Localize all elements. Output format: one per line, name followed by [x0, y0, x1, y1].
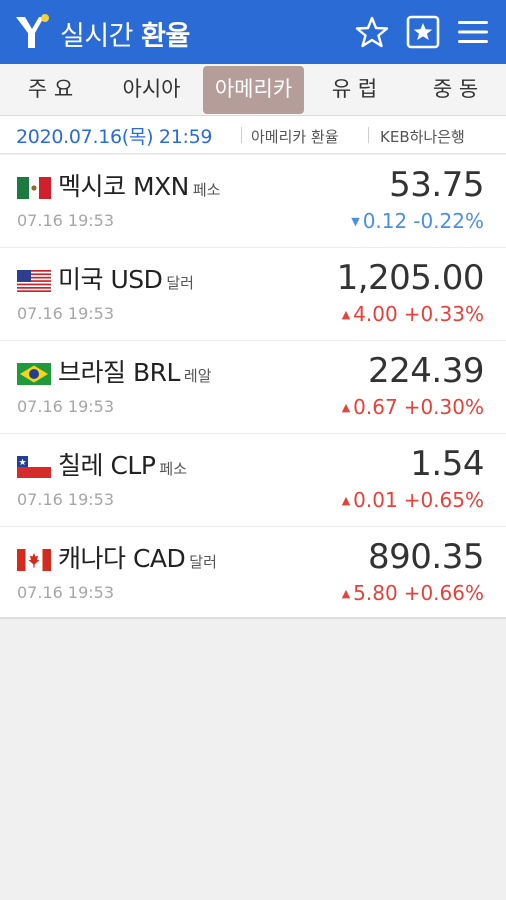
up-arrow-icon: ▲	[341, 401, 351, 414]
up-arrow-icon: ▲	[341, 308, 351, 321]
currency-price: 1,205.00	[336, 258, 485, 298]
currency-list: 멕시코 MXN 페소 07.16 19:53 53.75 ▼ 0.12 -0.22% …	[0, 155, 506, 620]
bank-label: KEB하나은행	[380, 128, 465, 146]
app-title-bold: 환율	[141, 21, 190, 52]
down-arrow-icon: ▼	[351, 215, 360, 228]
hamburger-menu-icon[interactable]	[455, 14, 491, 50]
currency-change: ▲ 4.00 +0.33%	[341, 302, 484, 326]
tab-asia[interactable]: 아시아	[101, 64, 202, 116]
update-datetime: 2020.07.16(목) 21:59	[16, 126, 213, 148]
currency-price: 1.54	[410, 444, 484, 484]
star-icon[interactable]	[354, 14, 390, 50]
currency-change: ▼ 0.12 -0.22%	[351, 209, 484, 233]
currency-time: 07.16 19:53	[17, 490, 114, 509]
currency-price: 53.75	[389, 165, 484, 205]
currency-name: 캐나다 CAD 달러	[58, 544, 217, 573]
currency-row-cad[interactable]: 캐나다 CAD 달러 07.16 19:53 890.35 ▲ 5.80 +0.66%	[0, 527, 506, 620]
canada-flag-icon	[17, 549, 51, 571]
currency-time: 07.16 19:53	[17, 397, 114, 416]
currency-change: ▲ 5.80 +0.66%	[341, 581, 484, 605]
region-tabs: 주 요 아시아 아메리카 유 럽 중 동	[0, 64, 506, 116]
currency-name: 멕시코 MXN 페소	[58, 172, 221, 201]
tab-europe[interactable]: 유 럽	[304, 64, 405, 116]
currency-name: 브라질 BRL 레알	[58, 358, 212, 387]
info-bar: 2020.07.16(목) 21:59 아메리카 환율 KEB하나은행	[0, 116, 506, 154]
brazil-flag-icon	[17, 363, 51, 385]
currency-row-clp[interactable]: 칠레 CLP 페소 07.16 19:53 1.54 ▲ 0.01 +0.65%	[0, 434, 506, 527]
app-logo-icon	[16, 14, 49, 48]
app-title-light: 실시간	[60, 21, 134, 52]
divider	[368, 127, 369, 143]
currency-change: ▲ 0.67 +0.30%	[341, 395, 484, 419]
usa-flag-icon	[17, 270, 51, 292]
currency-price: 890.35	[368, 537, 484, 577]
currency-name: 칠레 CLP 페소	[58, 451, 188, 480]
currency-row-usd[interactable]: 미국 USD 달러 07.16 19:53 1,205.00 ▲ 4.00 +0.33…	[0, 248, 506, 341]
top-app-bar: 실시간 환율	[0, 0, 506, 64]
up-arrow-icon: ▲	[341, 494, 351, 507]
currency-time: 07.16 19:53	[17, 211, 114, 230]
tab-america[interactable]: 아메리카	[203, 66, 304, 114]
favorites-list-icon[interactable]	[405, 14, 441, 50]
currency-price: 224.39	[368, 351, 484, 391]
currency-change: ▲ 0.01 +0.65%	[341, 488, 484, 512]
currency-name: 미국 USD 달러	[58, 265, 194, 294]
chile-flag-icon	[17, 456, 51, 478]
tab-major[interactable]: 주 요	[0, 64, 101, 116]
currency-time: 07.16 19:53	[17, 583, 114, 602]
tab-middle-east[interactable]: 중 동	[405, 64, 506, 116]
currency-row-mxn[interactable]: 멕시코 MXN 페소 07.16 19:53 53.75 ▼ 0.12 -0.22%	[0, 155, 506, 248]
divider	[241, 127, 242, 143]
mexico-flag-icon	[17, 177, 51, 199]
app-title: 실시간 환율	[60, 14, 190, 53]
currency-row-brl[interactable]: 브라질 BRL 레알 07.16 19:53 224.39 ▲ 0.67 +0.30%	[0, 341, 506, 434]
up-arrow-icon: ▲	[341, 587, 351, 600]
currency-time: 07.16 19:53	[17, 304, 114, 323]
category-label: 아메리카 환율	[251, 128, 339, 146]
